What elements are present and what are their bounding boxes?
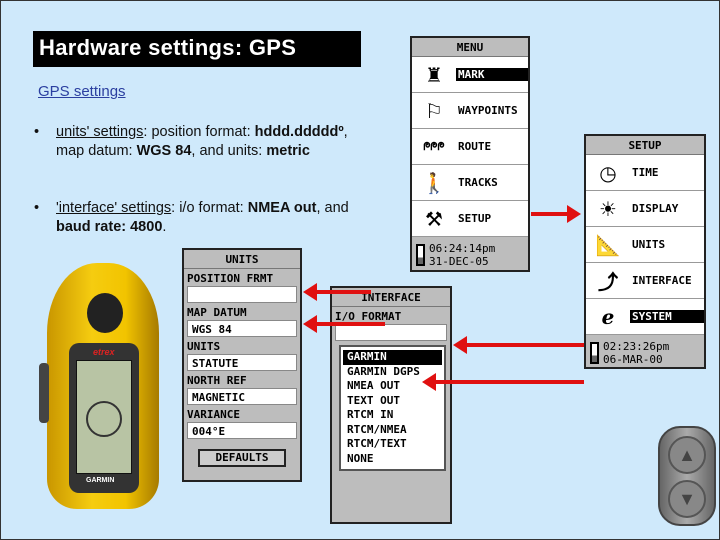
- menu-title: MENU: [412, 38, 528, 57]
- menu-label: SETUP: [458, 212, 492, 225]
- io-format-dropdown: GARMIN GARMIN DGPS NMEA OUT TEXT OUT RTC…: [339, 345, 446, 471]
- baud-rate: baud rate: 4800: [56, 219, 163, 235]
- sun-icon: ☀: [599, 196, 617, 221]
- arrow-icon: [303, 283, 371, 301]
- variance-field[interactable]: 004°E: [187, 422, 297, 439]
- variance-label: VARIANCE: [187, 408, 240, 421]
- position-format: hddd.dddddº: [254, 124, 344, 140]
- position-format-field[interactable]: hddd°mm.mmm': [187, 286, 297, 303]
- option-text-out[interactable]: TEXT OUT: [343, 394, 442, 409]
- clock-icon: ◷: [599, 160, 617, 185]
- tracks-icon: 🚶: [421, 170, 447, 195]
- mark-icon: ♜: [425, 62, 443, 87]
- gps-device-image: etrex GARMIN: [39, 263, 165, 511]
- units-title: UNITS: [184, 250, 300, 269]
- time: 02:23:26pm: [603, 339, 670, 353]
- option-rtcm-text[interactable]: RTCM/TEXT: [343, 437, 442, 452]
- bullet-units: • units' settings: position format: hddd…: [34, 123, 364, 161]
- setup-item-time[interactable]: ◷ TIME: [586, 155, 704, 191]
- bullet-interface: • 'interface' settings: i/o format: NMEA…: [34, 199, 364, 237]
- text: , and: [316, 200, 349, 216]
- device-maker: GARMIN: [86, 477, 115, 484]
- arrow-icon: [422, 373, 584, 391]
- hammer-icon: ⚒: [425, 206, 443, 231]
- units-value: metric: [266, 143, 310, 159]
- menu-item-setup[interactable]: ⚒ SETUP: [412, 201, 528, 237]
- next-slide-button[interactable]: ▼: [668, 480, 706, 518]
- interface-settings-link[interactable]: 'interface' settings: [56, 200, 171, 216]
- setup-item-interface[interactable]: ⤴ INTERFACE: [586, 263, 704, 299]
- defaults-button[interactable]: DEFAULTS: [198, 449, 286, 467]
- arrow-icon: [531, 205, 581, 223]
- map-datum: WGS 84: [136, 143, 192, 159]
- bullet-dot: •: [34, 124, 40, 140]
- flag-icon: ⚐: [425, 98, 443, 123]
- date: 06-MAR-00: [603, 352, 663, 366]
- menu-label: ROUTE: [458, 140, 492, 153]
- time: 06:24:14pm: [429, 241, 496, 255]
- gps-settings-link[interactable]: GPS settings: [38, 83, 126, 100]
- setup-item-display[interactable]: ☀ DISPLAY: [586, 191, 704, 227]
- units-field[interactable]: STATUTE: [187, 354, 297, 371]
- menu-panel: MENU ♜ MARK ⚐ WAYPOINTS ᖘᖘᖘ ROUTE 🚶 TRACKS ⚒…: [410, 36, 530, 272]
- setup-title: SETUP: [586, 136, 704, 155]
- io-format-field[interactable]: GARMIN: [335, 324, 447, 341]
- option-none[interactable]: NONE: [343, 452, 442, 467]
- setup-label: INTERFACE: [632, 274, 692, 287]
- setup-label: DISPLAY: [632, 202, 679, 215]
- units-label: UNITS: [187, 340, 221, 353]
- menu-label: TRACKS: [458, 176, 498, 189]
- previous-slide-button[interactable]: ▲: [668, 436, 706, 474]
- arrow-icon: [303, 315, 385, 333]
- text: : position format:: [143, 124, 255, 140]
- nav-buttons: ▲ ▼: [658, 426, 716, 526]
- menu-label: WAYPOINTS: [458, 104, 518, 117]
- bullet-dot: •: [34, 200, 40, 216]
- setup-item-units[interactable]: 📐 UNITS: [586, 227, 704, 263]
- text: , and units:: [191, 143, 267, 159]
- io-format: NMEA out: [247, 200, 317, 216]
- menu-item-waypoints[interactable]: ⚐ WAYPOINTS: [412, 93, 528, 129]
- menu-label: MARK: [456, 68, 528, 81]
- battery-icon: [590, 341, 599, 364]
- device-brand: etrex: [93, 347, 115, 357]
- menu-item-route[interactable]: ᖘᖘᖘ ROUTE: [412, 129, 528, 165]
- status-bar: 02:23:26pm 06-MAR-00: [586, 335, 704, 370]
- setup-label: TIME: [632, 166, 659, 179]
- option-rtcm-in[interactable]: RTCM IN: [343, 408, 442, 423]
- position-format-label: POSITION FRMT: [187, 272, 274, 285]
- map-datum-label: MAP DATUM: [187, 306, 247, 319]
- setup-label: SYSTEM: [630, 310, 704, 323]
- system-icon: ℯ: [601, 304, 615, 329]
- status-bar: 06:24:14pm 31-DEC-05: [412, 237, 528, 272]
- setup-item-system[interactable]: ℯ SYSTEM: [586, 299, 704, 335]
- units-settings-link[interactable]: units' settings: [56, 124, 143, 140]
- arrow-icon: [453, 336, 584, 354]
- setup-label: UNITS: [632, 238, 666, 251]
- text: : i/o format:: [171, 200, 248, 216]
- date: 31-DEC-05: [429, 254, 489, 268]
- units-panel: UNITS POSITION FRMT hddd°mm.mmm' MAP DAT…: [182, 248, 302, 482]
- slide-title: Hardware settings: GPS: [33, 31, 361, 67]
- route-icon: ᖘᖘᖘ: [423, 139, 445, 153]
- option-garmin[interactable]: GARMIN: [343, 350, 442, 365]
- interface-icon: ⤴: [598, 270, 618, 294]
- north-ref-label: NORTH REF: [187, 374, 247, 387]
- option-rtcm-nmea[interactable]: RTCM/NMEA: [343, 423, 442, 438]
- menu-item-mark[interactable]: ♜ MARK: [412, 57, 528, 93]
- battery-icon: [416, 243, 425, 266]
- ruler-icon: 📐: [595, 232, 621, 257]
- map-datum-field[interactable]: WGS 84: [187, 320, 297, 337]
- setup-panel: SETUP ◷ TIME ☀ DISPLAY 📐 UNITS ⤴ INTERFACE ℯ…: [584, 134, 706, 369]
- menu-item-tracks[interactable]: 🚶 TRACKS: [412, 165, 528, 201]
- text: .: [162, 219, 167, 235]
- north-ref-field[interactable]: MAGNETIC: [187, 388, 297, 405]
